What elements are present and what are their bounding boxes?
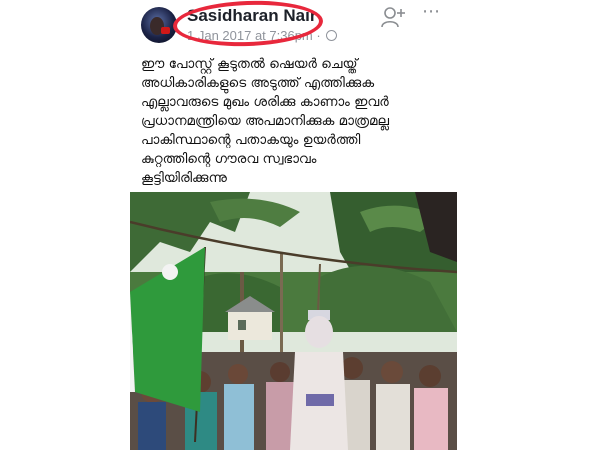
post-text: ഈ പോസ്റ്റ് കൂടുതൽ ഷെയർ ചെയ്ത് അധികാരികളു… (141, 55, 471, 188)
post-text-line: കുറ്റത്തിന്റെ ഗൗരവ സ്വഭാവം (141, 151, 317, 167)
avatar[interactable] (141, 7, 177, 43)
post-photo-scene (130, 192, 457, 450)
add-friend-icon[interactable] (381, 6, 405, 28)
post-text-line: കൂട്ടിയിരിക്കുന്നു (141, 170, 227, 186)
post-photo[interactable] (130, 192, 457, 450)
post-text-line: എല്ലാവരുടെ മുഖം ശരിക്കു കാണാം ഇവർ (141, 94, 389, 110)
post-text-line: പ്രധാനമന്ത്രിയെ അപമാനിക്കുക മാത്രമല്ല (141, 113, 390, 129)
post-text-line: പാകിസ്ഥാന്റെ പതാകയും ഉയർത്തി (141, 132, 361, 148)
globe-icon (326, 30, 338, 41)
post-text-line: ഈ പോസ്റ്റ് കൂടുതൽ ഷെയർ ചെയ്ത് (141, 56, 358, 72)
post-text-line: അധികാരികളുടെ അടുത്ത് എത്തിക്കുക (141, 75, 375, 91)
meta-separator: · (316, 28, 321, 43)
avatar-mark (161, 27, 170, 34)
more-options-icon[interactable]: ⋯ (422, 3, 444, 21)
post-header: Sasidharan Nair 1 Jan 2017 at 7:36pm · ⋯ (0, 0, 600, 50)
